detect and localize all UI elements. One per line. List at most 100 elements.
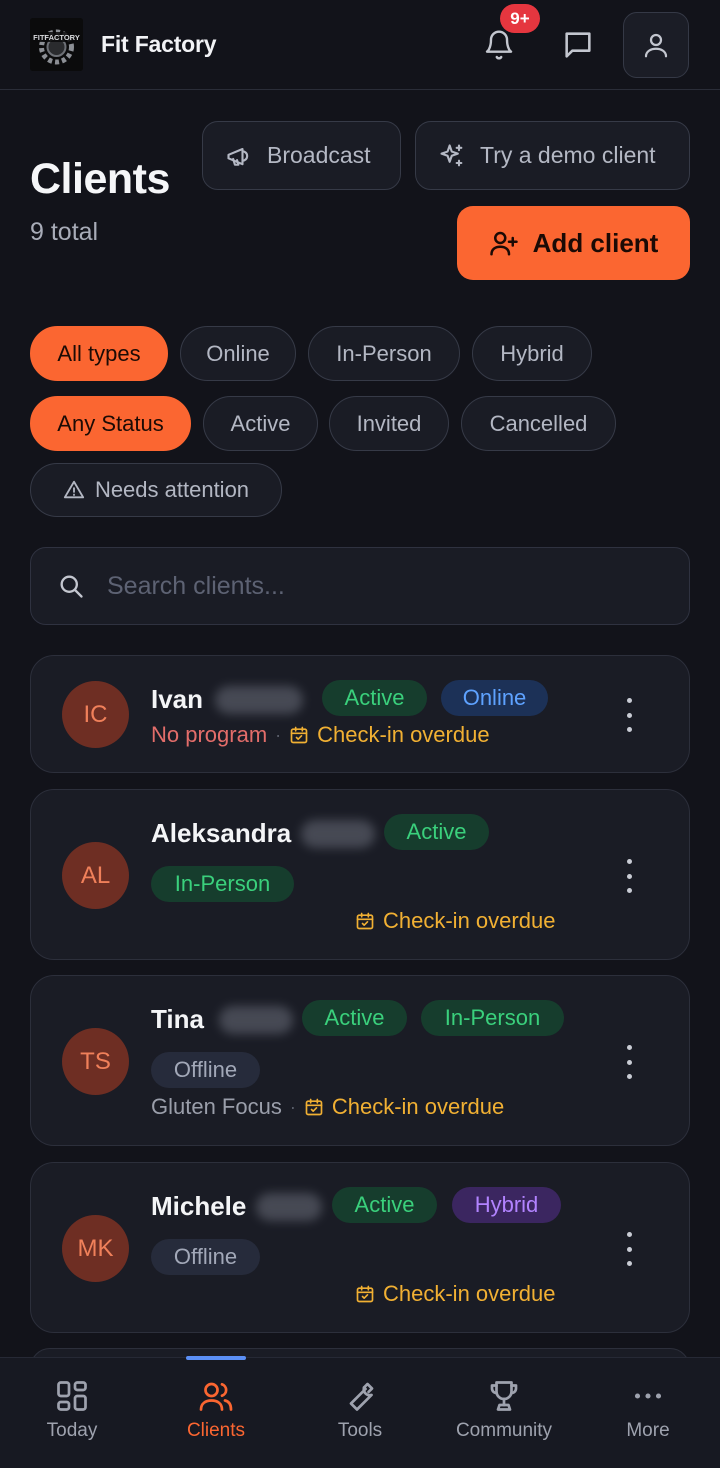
try-demo-client-label: Try a demo client: [480, 142, 656, 168]
messages-button[interactable]: [551, 20, 605, 70]
filter-needs-attention[interactable]: Needs attention: [30, 463, 282, 517]
avatar: AL: [62, 842, 129, 909]
checkin-status: Check-in overdue: [317, 722, 490, 747]
warning-icon: [63, 480, 85, 499]
notification-badge: 9+: [500, 4, 540, 33]
redacted-surname: [301, 820, 375, 848]
client-card-ivan[interactable]: IC Ivan Active Online No program · Check…: [30, 655, 690, 773]
filter-type-online-label: Online: [206, 340, 270, 366]
client-name: Michele: [151, 1191, 247, 1221]
megaphone-icon: [227, 147, 249, 166]
nav-more-label: More: [626, 1420, 670, 1441]
presence-badge: Offline: [151, 1239, 260, 1275]
nav-more[interactable]: More: [576, 1358, 720, 1468]
avatar: MK: [62, 1215, 129, 1282]
avatar: TS: [62, 1028, 129, 1095]
more-options-icon[interactable]: [619, 1232, 639, 1266]
client-meta: Check-in overdue: [355, 908, 555, 934]
try-demo-client-button[interactable]: Try a demo client: [415, 121, 690, 190]
nav-tools-label: Tools: [337, 1420, 383, 1441]
trophy-icon: [490, 1381, 518, 1411]
filter-type-hybrid-label: Hybrid: [500, 340, 564, 366]
program-status: No program: [151, 722, 268, 747]
calendar-check-icon: [305, 1098, 323, 1116]
app-logo[interactable]: FITFACTORY: [30, 18, 83, 71]
filter-status-invited-label: Invited: [356, 410, 422, 436]
filter-status-cancelled-label: Cancelled: [489, 410, 588, 436]
status-badge: Active: [322, 680, 427, 716]
broadcast-button[interactable]: Broadcast: [202, 121, 401, 190]
avatar: IC: [62, 681, 129, 748]
more-options-icon[interactable]: [619, 698, 639, 732]
type-badge: In-Person: [421, 1000, 564, 1036]
svg-text:FITFACTORY: FITFACTORY: [33, 33, 80, 42]
search-input[interactable]: [107, 571, 647, 601]
status-badge: Active: [384, 814, 489, 850]
page-title: Clients: [30, 155, 170, 203]
sparkles-icon: [440, 143, 463, 166]
bell-icon: [485, 30, 513, 60]
filter-type-in-person[interactable]: In-Person: [308, 326, 460, 381]
filter-status-cancelled[interactable]: Cancelled: [461, 396, 616, 451]
filter-status-any-label: Any Status: [57, 410, 164, 436]
more-horizontal-icon: [634, 1393, 662, 1399]
nav-today-label: Today: [46, 1420, 98, 1441]
checkin-status: Check-in overdue: [383, 1281, 556, 1306]
client-name: Tina: [151, 1004, 204, 1034]
client-card-aleksandra[interactable]: AL Aleksandra Active In-Person Check-in …: [30, 789, 690, 960]
search-icon: [60, 575, 83, 598]
more-options-icon[interactable]: [619, 859, 639, 893]
filter-status-invited[interactable]: Invited: [329, 396, 449, 451]
wrench-icon: [349, 1382, 374, 1411]
nav-community[interactable]: Community: [432, 1358, 576, 1468]
client-card-tina[interactable]: TS Tina Active In-Person Offline Gluten …: [30, 975, 690, 1146]
type-badge: Hybrid: [452, 1187, 561, 1223]
calendar-check-icon: [356, 1285, 374, 1303]
filter-type-all-label: All types: [57, 340, 141, 366]
status-badge: Active: [332, 1187, 437, 1223]
filter-type-online[interactable]: Online: [180, 326, 296, 381]
nav-community-label: Community: [455, 1420, 553, 1441]
checkin-status: Check-in overdue: [331, 1094, 505, 1119]
presence-badge: Offline: [151, 1052, 260, 1088]
more-options-icon[interactable]: [619, 1045, 639, 1079]
client-name: Aleksandra: [151, 818, 292, 848]
filter-type-all[interactable]: All types: [30, 326, 168, 381]
nav-clients-label: Clients: [186, 1420, 246, 1441]
filter-status-active[interactable]: Active: [203, 396, 318, 451]
nav-tools[interactable]: Tools: [288, 1358, 432, 1468]
search-bar: [30, 547, 690, 625]
filter-needs-attention-label: Needs attention: [94, 477, 250, 502]
status-badge: Active: [302, 1000, 407, 1036]
type-badge: In-Person: [151, 866, 294, 902]
redacted-surname: [256, 1193, 322, 1221]
program-name: Gluten Focus: [151, 1094, 282, 1119]
checkin-status: Check-in overdue: [383, 908, 556, 933]
client-meta: No program · Check-in overdue: [151, 722, 490, 748]
filter-type-in-person-label: In-Person: [336, 340, 432, 366]
filter-status-active-label: Active: [230, 410, 291, 436]
nav-clients[interactable]: Clients: [144, 1358, 288, 1468]
dashboard-icon: [57, 1381, 87, 1411]
add-client-button[interactable]: Add client: [457, 206, 690, 280]
redacted-surname: [215, 686, 303, 714]
app-title: Fit Factory: [101, 31, 217, 57]
users-icon: [199, 1382, 233, 1411]
broadcast-label: Broadcast: [267, 142, 371, 168]
separator-dot: ·: [289, 1096, 296, 1117]
redacted-surname: [219, 1006, 293, 1034]
nav-today[interactable]: Today: [0, 1358, 144, 1468]
client-card-michele[interactable]: MK Michele Active Hybrid Offline Check-i…: [30, 1162, 690, 1333]
profile-button[interactable]: [623, 12, 689, 78]
client-meta: Gluten Focus · Check-in overdue: [151, 1094, 504, 1120]
calendar-check-icon: [290, 726, 308, 744]
filter-type-hybrid[interactable]: Hybrid: [472, 326, 592, 381]
separator-dot: ·: [275, 724, 282, 745]
user-plus-icon: [489, 231, 518, 256]
top-bar: FITFACTORY Fit Factory 9+: [0, 0, 720, 90]
chat-icon: [565, 32, 591, 58]
filter-status-any[interactable]: Any Status: [30, 396, 191, 451]
bottom-navigation: Today Clients Tools Community More: [0, 1356, 720, 1468]
type-badge: Online: [441, 680, 548, 716]
client-count: 9 total: [30, 218, 99, 246]
